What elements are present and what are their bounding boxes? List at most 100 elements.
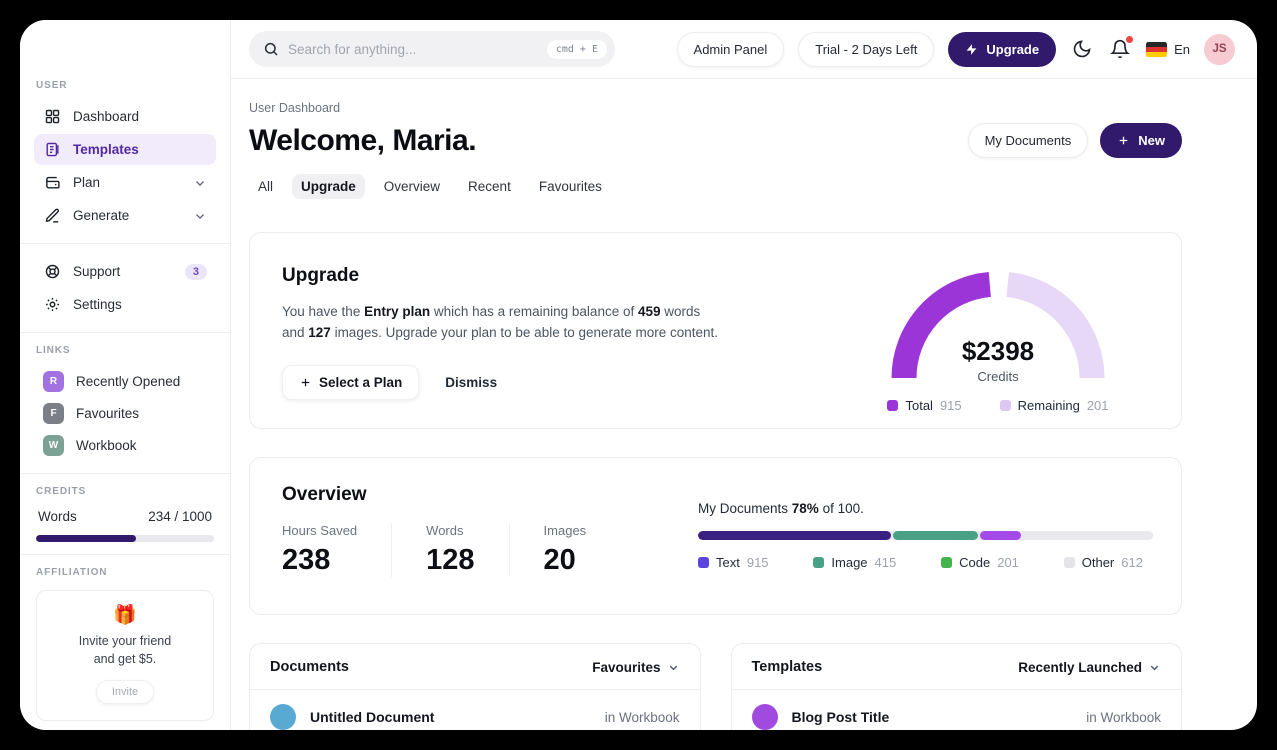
templates-filter-dropdown[interactable]: Recently Launched bbox=[1018, 660, 1161, 675]
document-row[interactable]: Untitled Document in Workbook bbox=[250, 690, 700, 730]
legend-swatch bbox=[1063, 557, 1075, 568]
sidebar-item-label: Support bbox=[73, 264, 121, 279]
credits-progress-track bbox=[36, 535, 214, 542]
invite-button[interactable]: Invite bbox=[95, 680, 155, 705]
support-count-badge: 3 bbox=[184, 263, 207, 280]
template-avatar bbox=[751, 704, 778, 730]
credits-gauge: $2398 Credits Total 915 Remaining 201 bbox=[883, 265, 1113, 428]
language-label: En bbox=[1174, 41, 1190, 57]
sidebar-item-label: Templates bbox=[73, 142, 139, 157]
credits-progress-fill bbox=[36, 535, 136, 542]
sidebar-item-settings[interactable]: Settings bbox=[34, 289, 216, 320]
documents-card: Documents Favourites Untitled Document i… bbox=[249, 643, 701, 730]
stat-hours-saved: Hours Saved 238 bbox=[282, 523, 393, 577]
select-plan-button[interactable]: Select a Plan bbox=[282, 364, 420, 400]
sidebar-section-user: USER bbox=[36, 80, 68, 91]
link-label: Workbook bbox=[76, 438, 137, 453]
link-label: Recently Opened bbox=[76, 374, 181, 389]
legend-swatch bbox=[941, 557, 953, 568]
dismiss-button[interactable]: Dismiss bbox=[445, 375, 497, 390]
link-label: Favourites bbox=[76, 406, 140, 421]
tab-favourites[interactable]: Favourites bbox=[530, 174, 611, 199]
template-row[interactable]: Blog Post Title in Workbook bbox=[732, 690, 1182, 730]
upgrade-card-body: You have the Entry plan which has a rema… bbox=[282, 304, 719, 340]
wallet-icon bbox=[43, 174, 61, 192]
tab-all[interactable]: All bbox=[249, 174, 282, 199]
sidebar-item-plan[interactable]: Plan bbox=[34, 167, 216, 198]
sidebar: USER Dashboard Templates Plan Generate S… bbox=[20, 20, 231, 730]
overview-card-title: Overview bbox=[282, 484, 367, 505]
sidebar-item-dashboard[interactable]: Dashboard bbox=[34, 101, 216, 132]
sidebar-link-recently-opened[interactable]: R Recently Opened bbox=[36, 366, 214, 397]
divider bbox=[20, 554, 230, 555]
bar-segment-other bbox=[1022, 531, 1153, 540]
search-input[interactable] bbox=[288, 41, 538, 57]
gear-icon bbox=[43, 296, 61, 314]
filter-tabs: All Upgrade Overview Recent Favourites bbox=[249, 172, 1182, 200]
legend-swatch bbox=[813, 557, 825, 568]
templates-card: Templates Recently Launched Blog Post Ti… bbox=[730, 643, 1182, 730]
bar-segment-code bbox=[980, 531, 1021, 540]
search-box[interactable]: cmd + E bbox=[249, 31, 615, 67]
documents-progress: My Documents 78% of 100. Text 915 Image … bbox=[698, 501, 1153, 614]
stats-row: Hours Saved 238 Words 128 Images 20 bbox=[282, 523, 698, 577]
sidebar-item-support[interactable]: Support 3 bbox=[34, 256, 216, 287]
sidebar-section-credits: CREDITS bbox=[36, 486, 87, 497]
credits-value: 234 / 1000 bbox=[148, 509, 212, 524]
sidebar-item-label: Dashboard bbox=[73, 109, 140, 124]
moon-icon bbox=[1073, 40, 1091, 58]
topbar: cmd + E Admin Panel Trial - 2 Days Left … bbox=[231, 20, 1257, 79]
lightning-bolt-icon bbox=[966, 43, 977, 55]
documents-filter-dropdown[interactable]: Favourites bbox=[592, 660, 679, 675]
notification-dot bbox=[1126, 36, 1134, 43]
stat-images: Images 20 bbox=[543, 523, 587, 576]
legend-swatch bbox=[887, 400, 899, 411]
trial-status-button[interactable]: Trial - 2 Days Left bbox=[798, 31, 935, 67]
plus-icon bbox=[1119, 136, 1128, 145]
upgrade-card: Upgrade You have the Entry plan which ha… bbox=[249, 232, 1182, 429]
credits-label: Credits bbox=[977, 369, 1019, 384]
legend-total: Total 915 bbox=[887, 398, 962, 413]
new-button[interactable]: New bbox=[1100, 123, 1182, 158]
keyboard-shortcut-badge: cmd + E bbox=[546, 39, 607, 59]
gift-icon: 🎁 bbox=[113, 605, 137, 626]
divider bbox=[20, 473, 230, 474]
main-content: User Dashboard Welcome, Maria. My Docume… bbox=[231, 79, 1257, 730]
language-selector[interactable]: En bbox=[1146, 41, 1190, 57]
tab-overview[interactable]: Overview bbox=[375, 174, 449, 199]
templates-card-title: Templates bbox=[751, 659, 823, 675]
grid-icon bbox=[43, 108, 61, 126]
tab-upgrade[interactable]: Upgrade bbox=[292, 173, 365, 199]
my-documents-button[interactable]: My Documents bbox=[967, 123, 1089, 158]
sidebar-item-templates[interactable]: Templates bbox=[34, 134, 216, 165]
notifications-button[interactable] bbox=[1108, 36, 1134, 61]
legend-remaining: Remaining 201 bbox=[999, 398, 1109, 413]
pencil-icon bbox=[43, 207, 61, 225]
document-avatar bbox=[270, 704, 296, 730]
admin-panel-button[interactable]: Admin Panel bbox=[676, 31, 785, 67]
sidebar-item-label: Plan bbox=[73, 175, 101, 190]
overview-card: Overview Hours Saved 238 Words 128 Image… bbox=[249, 457, 1182, 615]
tab-recent[interactable]: Recent bbox=[459, 174, 520, 199]
chevron-down-icon bbox=[193, 209, 207, 223]
sidebar-item-generate[interactable]: Generate bbox=[34, 200, 216, 231]
divider bbox=[20, 332, 230, 333]
legend-other: Other 612 bbox=[1063, 555, 1143, 570]
legend-swatch bbox=[698, 557, 709, 568]
chevron-down-icon bbox=[193, 176, 207, 190]
credits-words-row: Words 234 / 1000 bbox=[36, 507, 214, 524]
sidebar-link-favourites[interactable]: F Favourites bbox=[36, 398, 214, 429]
sidebar-link-workbook[interactable]: W Workbook bbox=[36, 430, 214, 461]
upgrade-card-title: Upgrade bbox=[282, 265, 360, 286]
credits-amount: $2398 bbox=[961, 336, 1035, 366]
document-icon bbox=[43, 141, 61, 159]
german-flag-icon bbox=[1146, 41, 1168, 57]
dark-mode-toggle[interactable] bbox=[1070, 37, 1094, 61]
bar-segment-image bbox=[893, 531, 979, 540]
bar-segment-text bbox=[698, 531, 892, 540]
user-avatar[interactable]: JS bbox=[1204, 33, 1235, 65]
progress-label: My Documents 78% of 100. bbox=[698, 501, 864, 516]
upgrade-button[interactable]: Upgrade bbox=[948, 31, 1057, 67]
sidebar-item-label: Settings bbox=[73, 297, 122, 312]
breadcrumb: User Dashboard bbox=[249, 101, 341, 115]
